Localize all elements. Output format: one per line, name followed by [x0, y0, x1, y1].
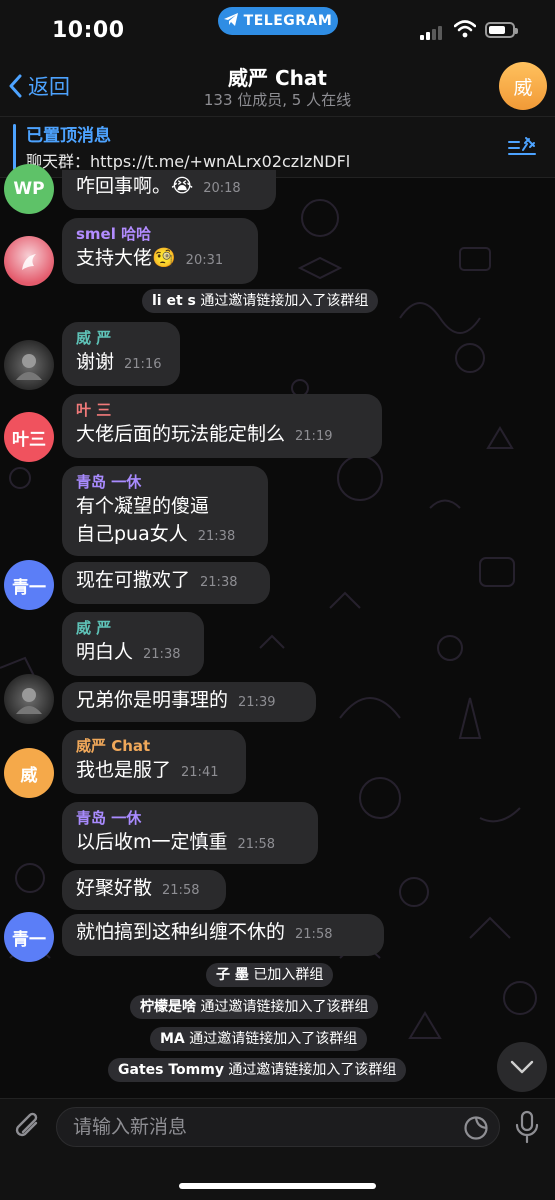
avatar-image-icon: [22, 254, 36, 270]
message-text: 大佬后面的玩法能定制么: [76, 423, 286, 445]
message-bubble[interactable]: 好聚好散 21:58: [62, 870, 226, 910]
message-text: 好聚好散: [76, 877, 153, 899]
wifi-icon: [454, 20, 476, 38]
avatar-weiyan[interactable]: [4, 674, 54, 724]
battery-icon: [485, 22, 518, 38]
message-text: 现在可撒欢了: [76, 569, 191, 591]
avatar-image-icon: [16, 688, 42, 714]
message-time: 21:58: [162, 883, 200, 898]
chat-title[interactable]: 威严 Chat: [0, 62, 555, 91]
message-time: 20:31: [185, 253, 224, 268]
message-time: 21:39: [238, 695, 276, 710]
composer: [0, 1098, 555, 1200]
service-text: 通过邀请链接加入了该群组: [196, 999, 369, 1015]
signal-icon: [420, 24, 446, 40]
message-sender: 青岛 一休: [76, 473, 142, 491]
avatar-yesan[interactable]: 叶三: [4, 412, 54, 462]
service-message: MA 通过邀请链接加入了该群组: [150, 1027, 368, 1051]
message-bubble[interactable]: 叶 三 大佬后面的玩法能定制么 21:19: [62, 394, 382, 458]
message-sender: smel 哈哈: [76, 225, 152, 243]
status-time: 10:00: [52, 18, 125, 43]
service-user: 子 墨: [216, 967, 249, 983]
message-time: 21:16: [124, 357, 162, 372]
message-time: 21:38: [197, 529, 236, 544]
home-indicator: [179, 1183, 376, 1189]
attach-icon[interactable]: [12, 1109, 44, 1145]
message-text-line: 自己pua女人: [76, 523, 188, 545]
avatar-qingyi[interactable]: 青一: [4, 560, 54, 610]
message-sender: 威 严: [76, 619, 112, 637]
message-text: 咋回事啊。😭: [76, 175, 194, 197]
message-text: 支持大佬🧐: [76, 247, 176, 269]
avatar-weiyan[interactable]: [4, 340, 54, 390]
message-time: 21:58: [237, 837, 275, 852]
message-text: 就怕搞到这种纠缠不休的: [76, 921, 286, 943]
avatar-qingyi[interactable]: 青一: [4, 912, 54, 962]
message-text: 我也是服了: [76, 759, 172, 781]
pin-list-icon[interactable]: [506, 135, 538, 161]
message-time: 21:38: [200, 575, 238, 590]
pinned-text: 聊天群：https://t.me/+wnALrx02czIzNDFl: [26, 152, 351, 171]
telegram-pill-label: TELEGRAM: [243, 13, 333, 29]
message-text: 谢谢: [76, 351, 115, 373]
message-text: 以后收m一定慎重: [76, 831, 228, 853]
message-sender: 青岛 一休: [76, 809, 142, 827]
service-message: Gates Tommy 通过邀请链接加入了该群组: [108, 1058, 407, 1082]
service-text: 通过邀请链接加入了该群组: [195, 293, 369, 309]
message-time: 21:38: [143, 647, 181, 662]
avatar-smel[interactable]: [4, 236, 54, 286]
message-bubble[interactable]: 就怕搞到这种纠缠不休的 21:58: [62, 914, 384, 956]
avatar-weiyan-chat[interactable]: 威: [4, 748, 54, 798]
service-message: 子 墨 已加入群组: [206, 963, 334, 987]
service-user: MA: [160, 1031, 185, 1047]
message-time: 20:18: [203, 181, 241, 196]
service-user: li et s: [152, 293, 196, 309]
message-text: 兄弟你是明事理的: [76, 689, 229, 711]
avatar-wp[interactable]: WP: [4, 164, 54, 214]
message-bubble[interactable]: 威严 Chat 我也是服了 21:41: [62, 730, 246, 794]
message-sender: 威 严: [76, 329, 112, 347]
chevron-down-icon: [510, 1060, 534, 1074]
chat-header: 返回 威严 Chat 133 位成员, 5 人在线 威: [0, 60, 555, 116]
telegram-pill[interactable]: TELEGRAM: [218, 7, 338, 35]
message-time: 21:58: [295, 927, 333, 942]
message-time: 21:19: [295, 429, 333, 444]
message-time: 21:41: [181, 765, 219, 780]
service-message: li et s 通过邀请链接加入了该群组: [142, 289, 379, 313]
group-avatar[interactable]: 威: [499, 62, 547, 110]
message-field[interactable]: [56, 1107, 500, 1147]
message-bubble[interactable]: 现在可撒欢了 21:38: [62, 562, 270, 604]
message-bubble[interactable]: 青岛 一休 有个凝望的傻逼 自己pua女人 21:38: [62, 466, 268, 556]
mic-icon[interactable]: [514, 1109, 540, 1145]
message-bubble[interactable]: 威 严 明白人 21:38: [62, 612, 204, 676]
sticker-icon[interactable]: [463, 1115, 489, 1141]
pinned-title: 已置顶消息: [26, 126, 111, 146]
service-user: Gates Tommy: [118, 1062, 224, 1078]
service-message: 柠檬是啥 通过邀请链接加入了该群组: [130, 995, 379, 1019]
avatar-image-icon: [16, 354, 42, 380]
status-bar: 10:00 TELEGRAM: [0, 0, 555, 60]
message-input[interactable]: [57, 1108, 499, 1146]
message-sender: 威严 Chat: [76, 737, 151, 755]
pinned-message[interactable]: 已置顶消息 聊天群：https://t.me/+wnALrx02czIzNDFl: [0, 116, 555, 178]
message-sender: 叶 三: [76, 401, 112, 419]
service-user: 柠檬是啥: [140, 999, 196, 1015]
chat-subtitle: 133 位成员, 5 人在线: [203, 91, 352, 109]
message-text: 明白人: [76, 641, 134, 663]
service-text: 通过邀请链接加入了该群组: [184, 1031, 358, 1047]
scroll-down-button[interactable]: [497, 1042, 547, 1092]
message-bubble[interactable]: 青岛 一休 以后收m一定慎重 21:58: [62, 802, 318, 864]
message-bubble[interactable]: smel 哈哈 支持大佬🧐 20:31: [62, 218, 258, 284]
message-bubble[interactable]: 兄弟你是明事理的 21:39: [62, 682, 316, 722]
service-text: 通过邀请链接加入了该群组: [223, 1062, 397, 1078]
message-text-line: 有个凝望的傻逼: [76, 495, 210, 517]
message-bubble[interactable]: 威 严 谢谢 21:16: [62, 322, 180, 386]
message-bubble[interactable]: 咋回事啊。😭 20:18: [62, 170, 276, 210]
telegram-plane-icon: [223, 12, 238, 30]
service-text: 已加入群组: [248, 967, 324, 983]
pinned-indicator: [13, 124, 16, 170]
